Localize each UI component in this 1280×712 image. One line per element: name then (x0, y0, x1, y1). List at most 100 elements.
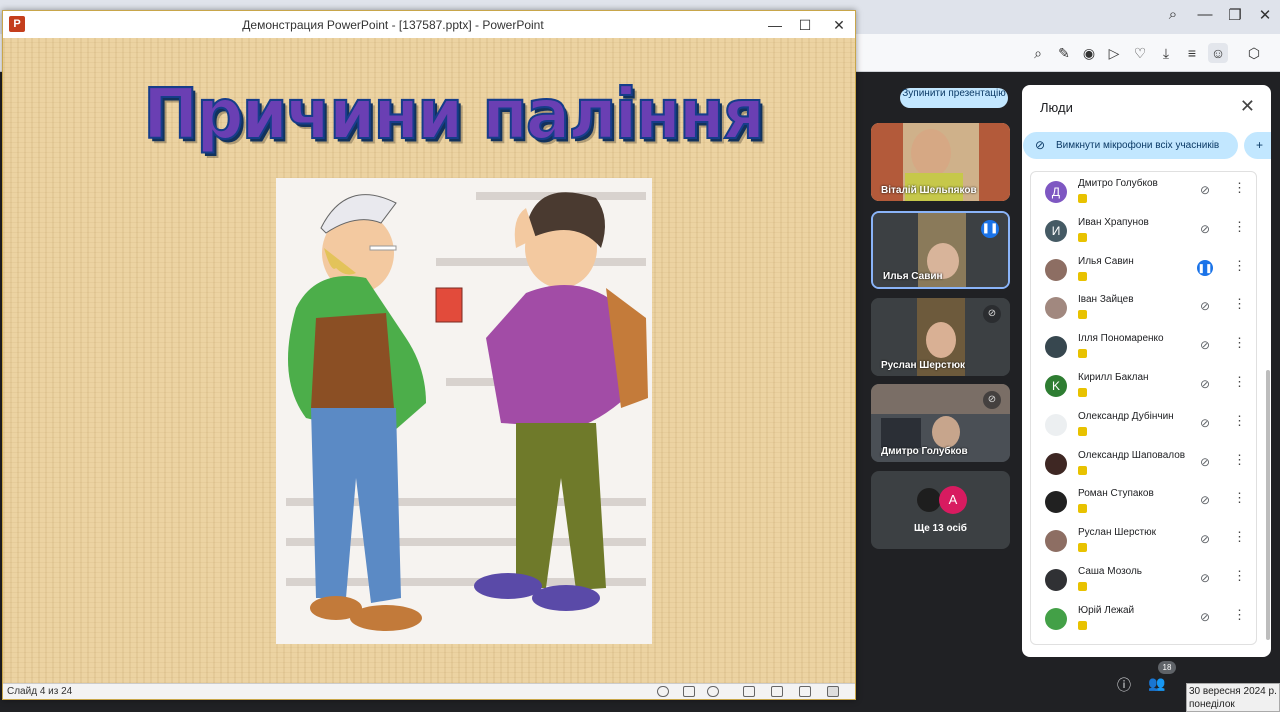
menu-icon[interactable]: ≡ (1182, 43, 1202, 63)
avatar: A (939, 486, 967, 514)
more-vert-icon[interactable]: ⋮ (1233, 374, 1246, 390)
mic-off-icon[interactable]: ⊘ (1197, 570, 1213, 586)
participant-name: Олександр Шаповалов (1078, 449, 1186, 461)
download-icon[interactable]: ⤓ (1156, 43, 1176, 63)
speaking-icon[interactable]: ❚❚ (1197, 259, 1213, 276)
mic-off-icon[interactable]: ⊘ (1197, 298, 1213, 314)
close-icon[interactable]: ✕ (1240, 96, 1255, 117)
send-icon[interactable]: ▷ (1104, 43, 1124, 63)
participant-row[interactable]: Ілля Пономаренко ⊘ ⋮ (1031, 329, 1258, 368)
mic-off-icon[interactable]: ⊘ (1197, 415, 1213, 431)
mic-off-icon: ⊘ (1035, 138, 1046, 152)
mic-off-icon[interactable]: ⊘ (1197, 454, 1213, 470)
avatar (1045, 413, 1067, 436)
sorter-view-icon[interactable] (771, 686, 783, 697)
participant-name: Юрій Лежай (1078, 604, 1135, 616)
mic-off-icon: ⊘ (983, 391, 1001, 409)
minimize-icon[interactable]: — (1192, 6, 1218, 23)
camera-icon[interactable]: ◉ (1079, 43, 1099, 63)
participant-row[interactable]: K Кирилл Баклан ⊘ ⋮ (1031, 368, 1258, 407)
search-icon[interactable]: ⌕ (1160, 6, 1186, 23)
participant-name: Іван Зайцев (1078, 294, 1134, 306)
participant-row[interactable]: Іван Зайцев ⊘ ⋮ (1031, 290, 1258, 329)
extension-icon[interactable]: ⬡ (1244, 43, 1264, 63)
close-icon[interactable]: ✕ (1252, 6, 1278, 24)
more-vert-icon[interactable]: ⋮ (1233, 296, 1246, 312)
more-vert-icon[interactable]: ⋮ (1233, 529, 1246, 545)
participant-row[interactable]: Роман Ступаков ⊘ ⋮ (1031, 484, 1258, 523)
mic-off-icon[interactable]: ⊘ (1197, 531, 1213, 547)
label-tag-icon (1078, 582, 1087, 591)
video-tile[interactable]: Віталій Шельпяков (871, 123, 1010, 201)
speaking-icon: ❚❚ (981, 220, 999, 238)
label-tag-icon (1078, 543, 1087, 553)
notes-icon[interactable] (683, 686, 695, 697)
ppt-close-icon[interactable]: ✕ (825, 14, 853, 36)
people-panel-title: Люди (1040, 100, 1073, 115)
zoom-icon[interactable]: ⌕ (1028, 43, 1048, 63)
mic-off-icon[interactable]: ⊘ (1197, 492, 1213, 508)
more-vert-icon[interactable]: ⋮ (1233, 335, 1246, 351)
participant-row[interactable]: Илья Савин ❚❚ ⋮ (1031, 252, 1258, 291)
ppt-maximize-icon[interactable]: ☐ (791, 14, 819, 36)
info-icon[interactable]: ⓘ (1113, 675, 1135, 695)
participant-name: Саша Мозоль (1078, 566, 1143, 577)
participant-row[interactable]: Олександр Шаповалов ⊘ ⋮ (1031, 446, 1258, 485)
participant-name: Дмитро Голубков (1078, 178, 1158, 189)
restore-icon[interactable]: ❐ (1222, 6, 1248, 24)
mic-off-icon[interactable]: ⊘ (1197, 376, 1213, 392)
mic-off-icon[interactable]: ⊘ (1197, 337, 1213, 353)
scrollbar[interactable] (1266, 370, 1270, 640)
video-tile[interactable]: ⊘ Дмитро Голубков (871, 384, 1010, 462)
normal-view-icon[interactable] (743, 686, 755, 697)
ppt-status-bar: Слайд 4 из 24 (3, 683, 855, 699)
participant-row[interactable]: Руслан Шерстюк ⊘ ⋮ (1031, 523, 1258, 562)
participant-name: Олександр Дубінчин (1078, 410, 1174, 422)
edit-icon[interactable]: ✎ (1054, 43, 1074, 63)
participant-row[interactable]: Олександр Дубінчин ⊘ ⋮ (1031, 407, 1258, 446)
participant-name: Иван Храпунов (1078, 216, 1149, 228)
avatar (1045, 569, 1067, 591)
heart-icon[interactable]: ♡ (1130, 43, 1150, 63)
label-tag-icon (1078, 232, 1087, 242)
reading-view-icon[interactable] (799, 686, 811, 697)
video-tile-active[interactable]: ❚❚ Илья Савин (871, 211, 1010, 289)
mute-all-button[interactable]: ⊘ Вимкнути мікрофони всіх учасників (1023, 132, 1238, 159)
tile-name: Віталій Шельпяков (881, 185, 977, 196)
label-tag-icon (1078, 388, 1087, 397)
profile-icon[interactable]: ☺ (1208, 43, 1228, 63)
more-vert-icon[interactable]: ⋮ (1233, 258, 1246, 274)
more-vert-icon[interactable]: ⋮ (1233, 490, 1246, 506)
prev-slide-icon[interactable] (657, 686, 669, 697)
mic-off-icon[interactable]: ⊘ (1197, 609, 1213, 625)
next-slide-icon[interactable] (707, 686, 719, 697)
participant-name: Кирилл Баклан (1078, 372, 1149, 383)
participant-row[interactable]: Д Дмитро Голубков ⊘ ⋮ (1031, 174, 1258, 213)
avatar: Д (1045, 181, 1067, 203)
more-participants-tile[interactable]: A Ще 13 осіб (871, 471, 1010, 549)
mic-off-icon[interactable]: ⊘ (1197, 182, 1213, 198)
stop-presenting-button[interactable]: Зупинити презентацію (900, 88, 1008, 108)
participant-row[interactable]: И Иван Храпунов ⊘ ⋮ (1031, 213, 1258, 252)
mic-off-icon[interactable]: ⊘ (1197, 221, 1213, 237)
more-vert-icon[interactable]: ⋮ (1233, 180, 1246, 196)
tile-name: Руслан Шерстюк (881, 360, 965, 371)
weekday-text: понеділок (1189, 699, 1235, 710)
powerpoint-window: P Демонстрация PowerPoint - [137587.pptx… (2, 10, 856, 700)
more-vert-icon[interactable]: ⋮ (1233, 219, 1246, 235)
participant-row[interactable]: Саша Мозоль ⊘ ⋮ (1031, 562, 1258, 601)
video-tile[interactable]: ⊘ Руслан Шерстюк (871, 298, 1010, 376)
slideshow-view-icon[interactable] (827, 686, 839, 697)
more-vert-icon[interactable]: ⋮ (1233, 413, 1246, 429)
people-icon[interactable]: 👥 (1146, 675, 1168, 692)
mute-all-label: Вимкнути мікрофони всіх учасників (1056, 140, 1220, 151)
more-vert-icon[interactable]: ⋮ (1233, 452, 1246, 468)
avatar (1045, 491, 1067, 514)
more-vert-icon[interactable]: ⋮ (1233, 568, 1246, 584)
participant-row[interactable]: Юрій Лежай ⊘ ⋮ (1031, 601, 1258, 640)
add-people-button[interactable]: + (1244, 132, 1271, 159)
tile-name: Дмитро Голубков (881, 446, 968, 457)
more-vert-icon[interactable]: ⋮ (1233, 607, 1246, 623)
ppt-window-title: Демонстрация PowerPoint - [137587.pptx] … (242, 18, 544, 32)
ppt-minimize-icon[interactable]: — (761, 14, 789, 36)
